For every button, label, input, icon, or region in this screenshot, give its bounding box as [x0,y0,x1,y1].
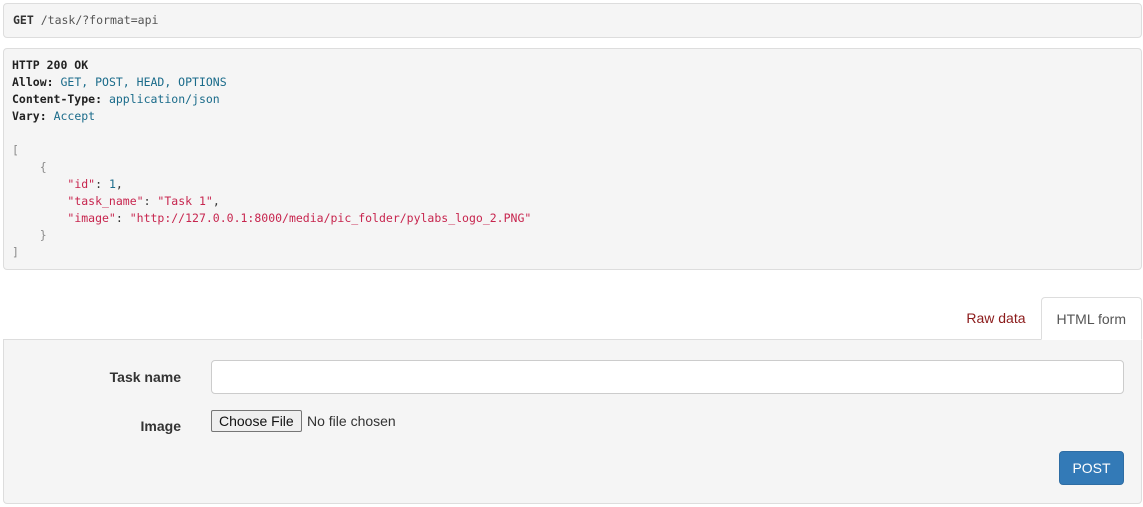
request-line: GET /task/?format=api [3,3,1142,38]
json-close-brace: } [39,228,47,242]
response-panel: HTTP 200 OK Allow: GET, POST, HEAD, OPTIO… [3,48,1142,270]
status-line: HTTP 200 OK [12,58,89,72]
json-open-brace: { [39,160,47,174]
json-field-image: "image": "http://127.0.0.1:8000/media/pi… [67,211,532,225]
content-tabs: Raw data HTML form [951,297,1142,340]
header-vary: Vary: Accept [12,109,96,123]
image-label: Image [140,418,181,434]
json-close-bracket: ] [12,245,19,259]
header-allow: Allow: GET, POST, HEAD, OPTIONS [12,75,227,89]
file-status-text: No file chosen [307,413,396,429]
post-submit-button[interactable]: POST [1059,451,1124,485]
task-name-label: Task name [109,369,181,385]
html-form-panel: Task name Image Choose File No file chos… [3,339,1142,504]
choose-file-button[interactable]: Choose File [211,410,302,432]
task-name-input[interactable] [211,360,1124,394]
request-path: /task/?format=api [40,13,159,27]
json-field-id: "id": 1, [67,177,123,191]
json-field-task-name: "task_name": "Task 1", [67,194,220,208]
request-method: GET [13,13,34,27]
json-open-bracket: [ [12,143,19,157]
header-content-type: Content-Type: application/json [12,92,220,106]
tab-raw-data[interactable]: Raw data [951,297,1040,340]
tab-html-form[interactable]: HTML form [1040,297,1142,340]
